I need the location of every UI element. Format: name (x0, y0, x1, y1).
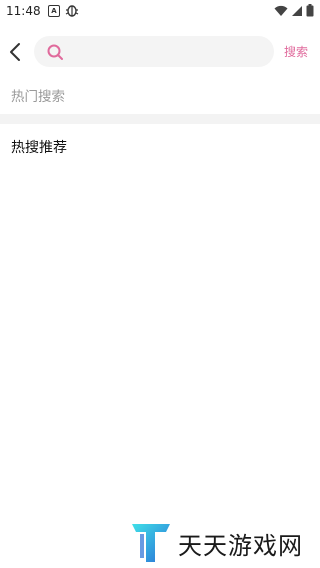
signal-icon (291, 2, 303, 21)
chevron-left-icon (10, 43, 20, 61)
tt-logo-icon (132, 524, 170, 562)
search-box[interactable] (34, 36, 274, 67)
a-badge-icon: A (48, 5, 60, 17)
search-screen: 11:48 A 搜索 热门搜索 热搜推荐 天天游戏网 (0, 0, 320, 568)
section-divider (0, 114, 320, 124)
search-icon (47, 44, 63, 60)
watermark-text: 天天游戏网 (178, 532, 303, 560)
search-input[interactable] (72, 40, 266, 64)
back-button[interactable] (6, 41, 26, 63)
status-bar: 11:48 A (0, 0, 320, 24)
hot-search-heading: 热门搜索 (11, 89, 65, 105)
wifi-icon (274, 2, 288, 21)
battery-icon (306, 2, 314, 21)
search-button[interactable]: 搜索 (284, 43, 308, 60)
watermark: 天天游戏网 (130, 520, 315, 564)
hot-recommend-heading: 热搜推荐 (11, 140, 67, 156)
search-header: 搜索 (0, 36, 320, 68)
status-icons (274, 2, 314, 21)
bug-icon (65, 3, 79, 20)
status-time: 11:48 (6, 4, 41, 18)
